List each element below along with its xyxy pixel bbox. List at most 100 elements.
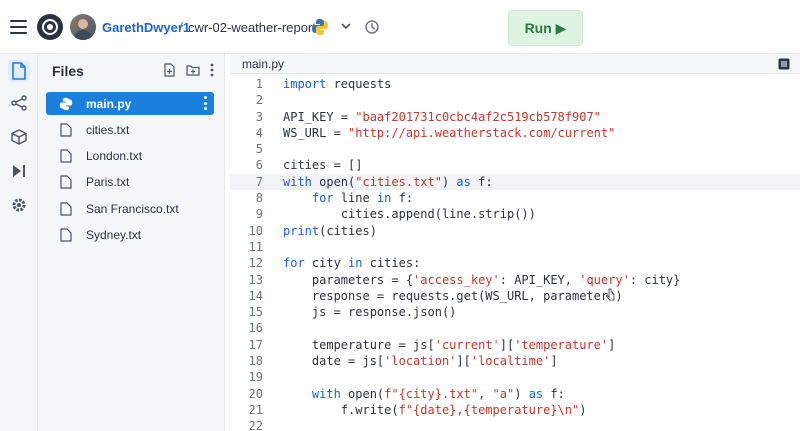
file-icon xyxy=(58,227,74,243)
line-number: 7 xyxy=(255,174,263,189)
version-control-icon[interactable] xyxy=(8,92,30,114)
top-bar: GarethDwyer1 / cwr-02-weather-report Run… xyxy=(0,0,800,54)
files-panel-title: Files xyxy=(52,63,84,79)
file-name: Paris.txt xyxy=(86,174,130,189)
file-item-main-py[interactable]: main.py xyxy=(46,92,214,115)
line-source[interactable]: for city in cities: xyxy=(283,255,420,271)
new-folder-icon[interactable] xyxy=(186,64,200,79)
line-source[interactable]: response = requests.get(WS_URL, paramete… xyxy=(283,288,623,304)
tab-main-py[interactable]: main.py xyxy=(242,57,284,71)
file-icon xyxy=(58,122,74,138)
line-number: 16 xyxy=(248,321,263,336)
code-line[interactable]: 8 for line in f: xyxy=(230,190,800,206)
line-source[interactable]: import requests xyxy=(283,76,391,92)
code-line[interactable]: 5 xyxy=(230,141,800,157)
line-number: 9 xyxy=(255,207,263,222)
settings-icon[interactable] xyxy=(8,194,30,216)
code-line[interactable]: 19 xyxy=(230,369,800,385)
python-icon xyxy=(58,96,74,112)
code-line[interactable]: 11 xyxy=(230,239,800,255)
code-line[interactable]: 15 js = response.json() xyxy=(230,304,800,320)
code-line[interactable]: 20 with open(f"{city}.txt", "a") as f: xyxy=(230,386,800,402)
code-line[interactable]: 10 print(cities) xyxy=(230,223,800,239)
replit-logo-icon[interactable] xyxy=(37,14,63,40)
code-line[interactable]: 22 xyxy=(230,418,800,431)
debugger-icon[interactable] xyxy=(8,160,30,182)
packages-icon[interactable] xyxy=(8,126,30,148)
code-line[interactable]: 3 API_KEY = "baaf201731c0cbc4af2c519cb578… xyxy=(230,109,800,125)
file-icon xyxy=(58,148,74,164)
code-line[interactable]: 21 f.write(f"{date},{temperature}\n") xyxy=(230,402,800,418)
run-button[interactable]: Run ▶ xyxy=(508,10,583,46)
line-source[interactable]: API_KEY = "baaf201731c0cbc4af2c519cb578f… xyxy=(283,109,601,125)
file-item-cities-txt[interactable]: cities.txt xyxy=(46,118,214,141)
file-icon xyxy=(58,174,74,190)
code-line[interactable]: 4 WS_URL = "http://api.weatherstack.com/c… xyxy=(230,125,800,141)
file-item-paris-txt[interactable]: Paris.txt xyxy=(46,170,214,193)
avatar[interactable] xyxy=(70,14,96,40)
line-source[interactable]: js = response.json() xyxy=(283,304,457,320)
code-line[interactable]: 1 import requests xyxy=(230,76,800,92)
line-source[interactable]: with open("cities.txt") as f: xyxy=(283,174,493,190)
code-line[interactable]: 9 cities.append(line.strip()) xyxy=(230,206,800,222)
line-number: 22 xyxy=(248,419,263,431)
line-number: 20 xyxy=(248,386,263,401)
line-number: 13 xyxy=(248,272,263,287)
python-language-icon xyxy=(311,18,329,36)
code-line[interactable]: 18 date = js['location']['localtime'] xyxy=(230,353,800,369)
code-line[interactable]: 6 cities = [] xyxy=(230,157,800,173)
sidebar-rail xyxy=(0,54,38,431)
file-item-sydney-txt[interactable]: Sydney.txt xyxy=(46,223,214,246)
line-source[interactable]: print(cities) xyxy=(283,223,377,239)
line-number: 11 xyxy=(248,239,263,254)
repl-name[interactable]: cwr-02-weather-report xyxy=(188,20,316,35)
file-name: main.py xyxy=(86,96,132,111)
editor-tab-bar: main.py xyxy=(230,54,800,74)
file-name: San Francisco.txt xyxy=(86,201,179,216)
code-editor[interactable]: main.py 1 import requests 2 3 API_KEY = "baa… xyxy=(230,54,800,431)
line-number: 6 xyxy=(255,158,263,173)
username-link[interactable]: GarethDwyer1 xyxy=(102,20,190,35)
line-source[interactable]: WS_URL = "http://api.weatherstack.com/cu… xyxy=(283,125,615,141)
new-file-icon[interactable] xyxy=(163,63,176,80)
line-source[interactable]: temperature = js['current']['temperature… xyxy=(283,337,615,353)
line-source[interactable]: with open(f"{city}.txt", "a") as f: xyxy=(283,386,565,402)
code-line[interactable]: 16 xyxy=(230,320,800,336)
breadcrumb-separator: / xyxy=(179,19,183,35)
line-number: 3 xyxy=(255,109,263,124)
file-item-london-txt[interactable]: London.txt xyxy=(46,144,214,167)
line-number: 10 xyxy=(248,223,263,238)
file-item-san-francisco-txt[interactable]: San Francisco.txt xyxy=(46,197,214,220)
files-actions xyxy=(163,63,214,80)
file-more-icon[interactable] xyxy=(204,96,208,110)
line-number: 21 xyxy=(248,402,263,417)
file-name: cities.txt xyxy=(86,122,130,137)
line-number: 14 xyxy=(248,288,263,303)
line-source[interactable]: cities.append(line.strip()) xyxy=(283,206,536,222)
code-line[interactable]: 17 temperature = js['current']['temperat… xyxy=(230,337,800,353)
file-icon xyxy=(58,201,74,217)
line-number: 8 xyxy=(255,191,263,206)
code-line[interactable]: 7 with open("cities.txt") as f: xyxy=(230,173,800,191)
code-line[interactable]: 2 xyxy=(230,92,800,108)
line-source[interactable]: f.write(f"{date},{temperature}\n") xyxy=(283,402,587,418)
hamburger-menu-icon[interactable] xyxy=(10,20,27,34)
history-icon[interactable] xyxy=(364,19,380,35)
code-line[interactable]: 13 parameters = {'access_key': API_KEY, … xyxy=(230,272,800,288)
file-name: London.txt xyxy=(86,148,143,163)
editor-menu-icon[interactable] xyxy=(778,58,790,70)
line-number: 1 xyxy=(255,77,263,91)
more-options-icon[interactable] xyxy=(210,63,214,80)
code-lines[interactable]: 1 import requests 2 3 API_KEY = "baaf201731c… xyxy=(230,76,800,431)
code-line[interactable]: 12 for city in cities: xyxy=(230,255,800,271)
line-source[interactable]: cities = [] xyxy=(283,157,362,173)
files-icon[interactable] xyxy=(8,60,30,82)
chevron-down-icon[interactable] xyxy=(340,20,352,32)
line-source[interactable]: date = js['location']['localtime'] xyxy=(283,353,558,369)
file-name: Sydney.txt xyxy=(86,227,142,242)
line-number: 5 xyxy=(255,142,263,157)
code-line[interactable]: 14 response = requests.get(WS_URL, param… xyxy=(230,288,800,304)
line-source[interactable]: parameters = {'access_key': API_KEY, 'qu… xyxy=(283,272,681,288)
line-source[interactable]: for line in f: xyxy=(283,190,413,206)
files-panel: Files main.py cities.txt London.txt Pari… xyxy=(38,54,225,431)
